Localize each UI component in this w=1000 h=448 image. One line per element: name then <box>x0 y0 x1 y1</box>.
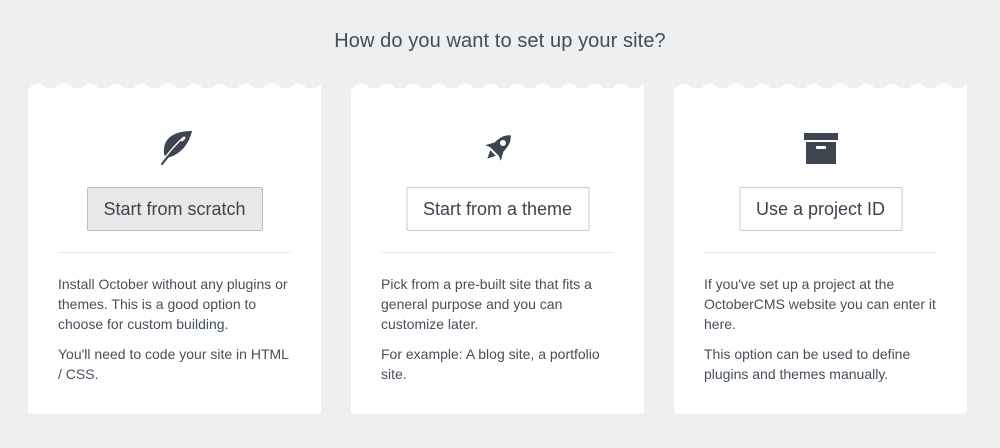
description-paragraph: Pick from a pre-built site that fits a g… <box>381 276 592 332</box>
description-paragraph: If you've set up a project at the Octobe… <box>704 276 936 332</box>
archive-box-icon <box>674 128 967 168</box>
description-paragraph: Install October without any plugins or t… <box>58 276 288 332</box>
description-paragraph: For example: A blog site, a portfolio si… <box>381 346 600 382</box>
option-card-theme: Start from a theme Pick from a pre-built… <box>351 81 644 414</box>
description-paragraph: You'll need to code your site in HTML / … <box>58 346 289 382</box>
option-description: If you've set up a project at the Octobe… <box>704 274 941 394</box>
start-from-scratch-button[interactable]: Start from scratch <box>86 187 263 231</box>
option-description: Pick from a pre-built site that fits a g… <box>381 274 618 394</box>
description-paragraph: This option can be used to define plugin… <box>704 346 911 382</box>
page-title: How do you want to set up your site? <box>334 30 666 52</box>
leaf-icon <box>28 128 321 168</box>
use-project-id-button[interactable]: Use a project ID <box>738 187 903 231</box>
start-from-theme-button[interactable]: Start from a theme <box>405 187 590 231</box>
divider <box>381 252 614 253</box>
divider <box>704 252 937 253</box>
divider <box>58 252 291 253</box>
option-card-scratch: Start from scratch Install October witho… <box>28 81 321 414</box>
option-description: Install October without any plugins or t… <box>58 274 295 394</box>
rocket-icon <box>351 128 644 168</box>
option-card-project-id: Use a project ID If you've set up a proj… <box>674 81 967 414</box>
